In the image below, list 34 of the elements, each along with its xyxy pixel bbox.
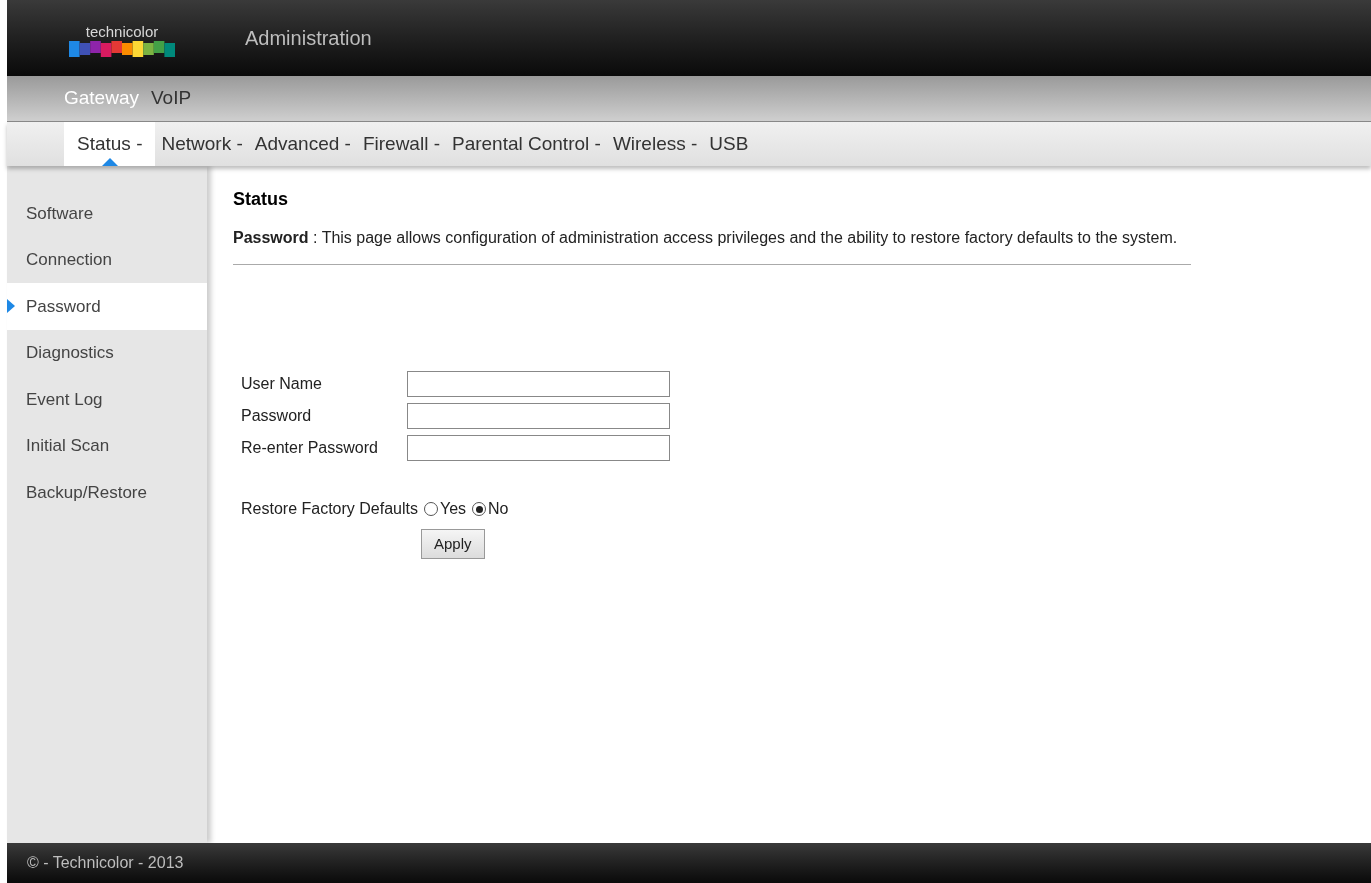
nav-tab[interactable]: Advanced - bbox=[248, 122, 357, 166]
nav-tab[interactable]: Wireless - bbox=[606, 122, 704, 166]
nav-tab[interactable]: Firewall - bbox=[356, 122, 446, 166]
field-label: Password bbox=[241, 406, 313, 426]
sidebar-item[interactable]: Initial Scan bbox=[7, 422, 207, 469]
nav-tab[interactable]: Network - bbox=[155, 122, 249, 166]
logo-text: technicolor bbox=[85, 22, 159, 42]
radio-icon[interactable] bbox=[423, 502, 438, 516]
radio-option[interactable]: Yes bbox=[423, 497, 467, 521]
restore-label: Restore Factory Defaults bbox=[241, 499, 418, 519]
sidebar-item[interactable]: Password bbox=[7, 283, 207, 330]
radio-icon[interactable] bbox=[472, 502, 487, 516]
nav-tab[interactable]: USB bbox=[703, 122, 755, 166]
input-field[interactable] bbox=[407, 371, 670, 397]
sidebar-item[interactable]: Software bbox=[7, 190, 207, 237]
section-heading: Status bbox=[233, 188, 289, 211]
selected-arrow-icon bbox=[7, 299, 15, 314]
apply-button[interactable]: Apply bbox=[421, 529, 485, 559]
sidebar-item[interactable]: Backup/Restore bbox=[7, 469, 207, 516]
main-nav-item[interactable]: VoIP bbox=[151, 84, 192, 113]
nav-tab[interactable]: Parental Control - bbox=[445, 122, 607, 166]
nav-tab[interactable]: Status - bbox=[64, 122, 156, 166]
page-description: Password : This page allows configuration of administration access privileges and the ability to restore factory defaults to the system. bbox=[233, 228, 1179, 248]
sidebar-item[interactable]: Diagnostics bbox=[7, 329, 207, 376]
field-label: Re-enter Password bbox=[241, 438, 379, 458]
copyright-text: © - Technicolor - 2013 bbox=[27, 853, 184, 873]
logo-icon bbox=[69, 41, 175, 58]
page-title: Administration bbox=[245, 26, 372, 51]
sidebar-item[interactable]: Connection bbox=[7, 236, 207, 283]
sidebar-item[interactable]: Event Log bbox=[7, 376, 207, 423]
input-field[interactable] bbox=[407, 435, 670, 461]
input-field[interactable] bbox=[407, 403, 670, 429]
radio-option[interactable]: No bbox=[472, 497, 509, 521]
field-label: User Name bbox=[241, 374, 323, 394]
